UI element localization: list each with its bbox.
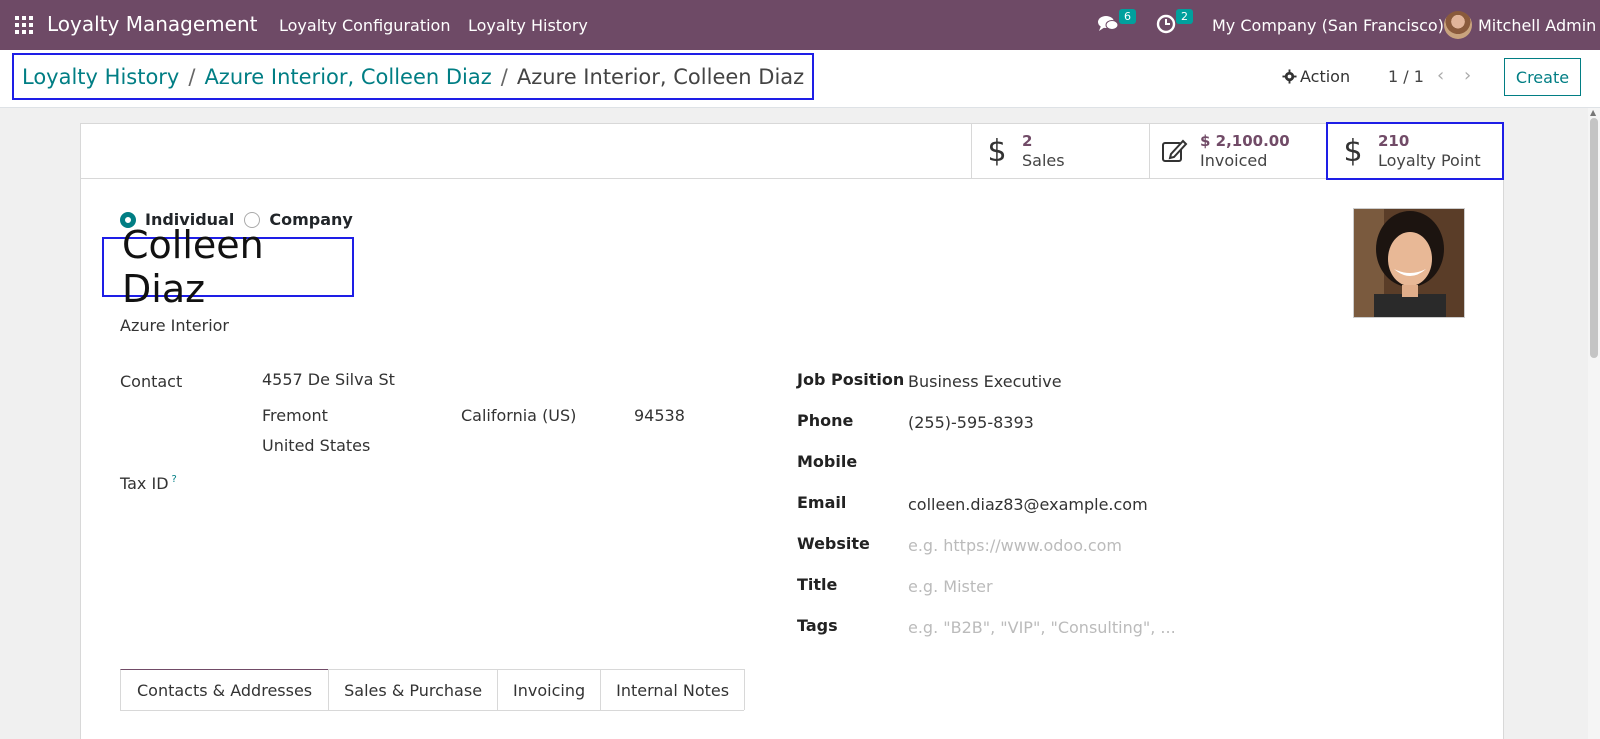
app-brand[interactable]: Loyalty Management — [47, 12, 257, 36]
user-menu[interactable]: Mitchell Admin — [1444, 11, 1596, 39]
activities-badge: 2 — [1176, 9, 1193, 24]
user-name: Mitchell Admin — [1478, 15, 1597, 35]
title-field[interactable]: e.g. Mister — [908, 577, 993, 596]
partner-name-field[interactable]: Colleen Diaz — [102, 223, 354, 311]
notebook-tabs: Contacts & Addresses Sales & Purchase In… — [120, 669, 746, 711]
pager-value[interactable]: 1 / 1 — [1388, 67, 1424, 86]
email-label: Email — [797, 493, 847, 512]
breadcrumb-separator: / — [500, 64, 508, 89]
scrollbar-thumb[interactable] — [1590, 118, 1598, 358]
avatar — [1444, 11, 1472, 39]
loyalty-point-smart-button[interactable]: $ 210 Loyalty Point — [1326, 122, 1504, 180]
menu-loyalty-configuration[interactable]: Loyalty Configuration — [279, 16, 450, 35]
clock-icon — [1156, 14, 1176, 34]
loyalty-point-label: Loyalty Point — [1378, 151, 1481, 170]
parent-company-field[interactable]: Azure Interior — [120, 316, 229, 335]
scrollbar[interactable]: ▲ — [1588, 108, 1600, 739]
tab-internal-notes[interactable]: Internal Notes — [600, 669, 746, 710]
tab-invoicing[interactable]: Invoicing — [497, 669, 602, 710]
top-navbar: Loyalty Management Loyalty Configuration… — [0, 0, 1600, 50]
mobile-label: Mobile — [797, 452, 858, 471]
apps-menu-icon[interactable] — [15, 16, 33, 34]
pager-previous-icon[interactable]: ‹ — [1437, 65, 1444, 86]
tags-field[interactable]: e.g. "B2B", "VIP", "Consulting", ... — [908, 618, 1176, 637]
job-position-label: Job Position — [797, 370, 905, 389]
sales-smart-button[interactable]: $ 2 Sales — [971, 124, 1149, 178]
company-switcher[interactable]: My Company (San Francisco) — [1212, 16, 1444, 35]
partner-photo[interactable] — [1353, 208, 1465, 318]
tags-label: Tags — [797, 616, 838, 635]
gear-icon — [1282, 69, 1297, 84]
email-field[interactable]: colleen.diaz83@example.com — [908, 495, 1148, 514]
phone-label: Phone — [797, 411, 854, 430]
street-field[interactable]: 4557 De Silva St — [262, 370, 395, 389]
city-field[interactable]: Fremont — [262, 406, 328, 425]
sales-count: 2 — [1022, 132, 1033, 150]
dollar-icon: $ — [987, 133, 1007, 169]
action-button[interactable]: Action — [1282, 67, 1350, 86]
scroll-up-icon[interactable]: ▲ — [1590, 108, 1596, 117]
invoiced-smart-button[interactable]: $ 2,100.00 Invoiced — [1149, 124, 1326, 178]
dollar-icon: $ — [1343, 133, 1363, 169]
edit-icon — [1150, 138, 1200, 164]
breadcrumb-current: Azure Interior, Colleen Diaz — [516, 64, 805, 89]
breadcrumb-separator: / — [188, 64, 196, 89]
tab-sales-purchase[interactable]: Sales & Purchase — [328, 669, 499, 710]
action-label: Action — [1300, 67, 1351, 86]
tax-id-label: Tax ID? — [120, 474, 177, 493]
country-field[interactable]: United States — [262, 436, 370, 455]
create-button[interactable]: Create — [1504, 58, 1581, 96]
invoiced-amount: $ 2,100.00 — [1200, 132, 1290, 150]
zip-field[interactable]: 94538 — [634, 406, 685, 425]
breadcrumb-loyalty-history[interactable]: Loyalty History — [22, 65, 179, 89]
messages-badge: 6 — [1119, 9, 1136, 24]
sales-label: Sales — [1022, 151, 1065, 170]
mobile-field[interactable] — [908, 454, 1208, 474]
invoiced-label: Invoiced — [1200, 151, 1268, 170]
menu-loyalty-history[interactable]: Loyalty History — [468, 16, 588, 35]
website-label: Website — [797, 534, 870, 553]
form-sheet: $ 2 Sales $ 2,100.00 Invoiced $ 210 Loya… — [80, 122, 1504, 739]
title-label: Title — [797, 575, 838, 594]
loyalty-point-value: 210 — [1378, 132, 1410, 150]
website-field[interactable]: e.g. https://www.odoo.com — [908, 536, 1122, 555]
phone-field[interactable]: (255)-595-8393 — [908, 413, 1034, 432]
pager-next-icon[interactable]: › — [1464, 65, 1471, 86]
smart-buttons-box: $ 2 Sales $ 2,100.00 Invoiced $ 210 Loya… — [81, 122, 1504, 180]
tab-contacts-addresses[interactable]: Contacts & Addresses — [120, 669, 330, 710]
contact-address-label: Contact — [120, 372, 183, 391]
messages-button[interactable]: 6 — [1097, 9, 1136, 34]
chat-icon — [1098, 16, 1119, 31]
tax-id-label-text: Tax ID — [120, 474, 169, 493]
help-icon[interactable]: ? — [172, 474, 177, 485]
activities-button[interactable]: 2 — [1156, 9, 1193, 34]
breadcrumb: Loyalty History / Azure Interior, Collee… — [12, 53, 815, 100]
breadcrumb-record-parent[interactable]: Azure Interior, Colleen Diaz — [204, 65, 491, 89]
job-position-field[interactable]: Business Executive — [908, 372, 1062, 391]
state-field[interactable]: California (US) — [461, 406, 576, 425]
control-panel: Loyalty History / Azure Interior, Collee… — [0, 50, 1600, 108]
